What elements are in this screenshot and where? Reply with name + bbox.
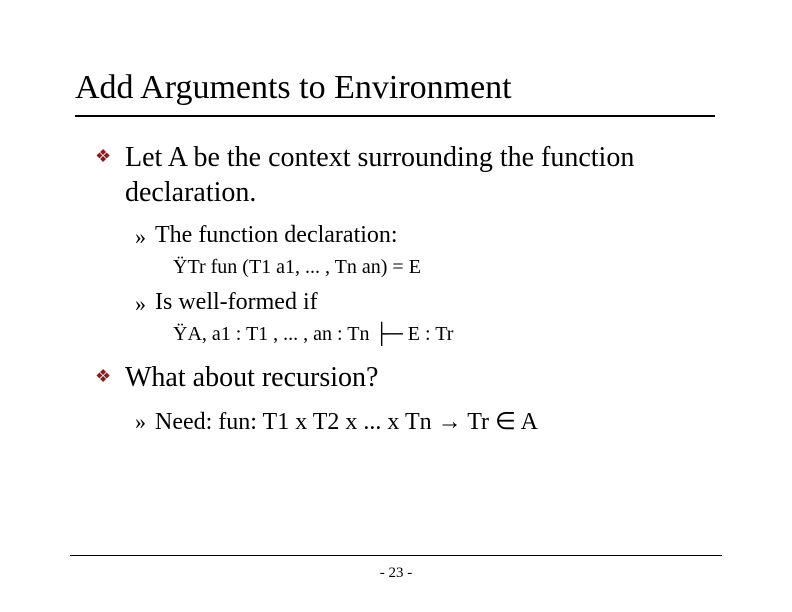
slide-title: Add Arguments to Environment [75,68,715,113]
slide: Add Arguments to Environment ❖ Let A be … [0,0,792,612]
footer-divider [70,555,722,556]
bullet-level3: ŸA, a1 : T1 , ... , an : Tn ├─ E : Tr [173,323,695,346]
raquo-bullet-icon: » [135,224,151,250]
bullet-level2: » Is well-formed if [135,289,695,317]
bullet-text: Let A be the context surrounding the fun… [125,140,685,210]
raquo-bullet-icon: » [135,409,151,435]
bullet-level1: ❖ What about recursion? [95,360,695,395]
raquo-bullet-icon: » [135,291,151,317]
bullet-text: ŸTr fun (T1 a1, ... , Tn an) = E [173,256,421,278]
bullet-text: The function declaration: [155,222,675,249]
bullet-level1: ❖ Let A be the context surrounding the f… [95,140,695,210]
slide-content: ❖ Let A be the context surrounding the f… [95,140,695,442]
diamond-bullet-icon: ❖ [95,146,113,167]
diamond-bullet-icon: ❖ [95,366,113,387]
bullet-text: What about recursion? [125,360,685,395]
title-block: Add Arguments to Environment [75,68,715,117]
title-underline [75,115,715,117]
bullet-level2: » The function declaration: [135,222,695,250]
bullet-text: Is well-formed if [155,289,675,316]
bullet-level3: ŸTr fun (T1 a1, ... , Tn an) = E [173,256,695,279]
bullet-text: Need: fun: T1 x T2 x ... x Tn → Tr ∈ A [155,407,675,436]
bullet-level2: » Need: fun: T1 x T2 x ... x Tn → Tr ∈ A [135,407,695,436]
page-number: - 23 - [0,565,792,582]
bullet-text: ŸA, a1 : T1 , ... , an : Tn ├─ E : Tr [173,323,453,345]
